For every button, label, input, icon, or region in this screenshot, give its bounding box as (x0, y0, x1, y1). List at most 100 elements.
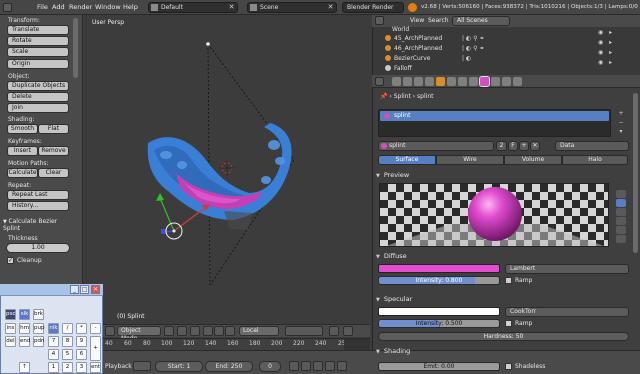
key-8[interactable]: 8 (62, 336, 73, 347)
prev-key-icon[interactable] (301, 361, 311, 371)
data-tab-icon[interactable] (469, 77, 478, 86)
specular-ramp-checkbox[interactable] (505, 320, 512, 327)
key-psc[interactable]: psc (5, 309, 16, 320)
pivot-point-icon[interactable] (177, 326, 187, 336)
eye-icon[interactable]: ◉ ▸ (598, 38, 630, 48)
render-icon[interactable] (343, 326, 353, 336)
tab-surface[interactable]: Surface (378, 155, 436, 165)
key-2[interactable]: 2 (62, 362, 73, 373)
scale-button[interactable]: Scale (7, 47, 69, 57)
timeline-ruler[interactable]: 40 60 80 100 120 140 160 180 200 220 240… (103, 338, 370, 350)
key-plus[interactable]: + (90, 336, 101, 361)
calculate-button[interactable]: Calculate (7, 168, 38, 178)
menu-help[interactable]: Help (123, 3, 138, 11)
eye-icon[interactable]: ◉ ▸ (598, 28, 630, 38)
editor-type-icon[interactable] (3, 3, 12, 12)
remove-keyframe-button[interactable]: Remove (38, 146, 69, 156)
render-engine-dropdown[interactable]: Blender Render (342, 2, 404, 13)
eye-icon[interactable]: ◉ ▸ (598, 58, 630, 68)
smooth-button[interactable]: Smooth (7, 124, 38, 134)
menu-add[interactable]: Add (52, 3, 65, 11)
menu-file[interactable]: File (37, 3, 48, 11)
manipulator-toggle-icon[interactable] (190, 326, 200, 336)
key-pup[interactable]: pup (33, 323, 44, 334)
translate-manipulator-icon[interactable] (203, 326, 213, 336)
restrict-icons-45[interactable]: | ◐ ⚲ ⚭ | ◐ ⚲ ⚭ | ◐ (462, 34, 498, 64)
scene-tab-icon[interactable] (414, 77, 423, 86)
diffuse-panel-header[interactable]: Diffuse (376, 251, 614, 261)
material-slot-list[interactable]: splint (378, 109, 611, 137)
history-button[interactable]: History... (7, 201, 69, 211)
specular-ramp-toggle[interactable]: Ramp (505, 320, 532, 327)
key-5[interactable]: 5 (62, 349, 73, 360)
insert-keyframe-button[interactable]: Insert (7, 146, 38, 156)
key-nlk[interactable]: nlk (48, 323, 59, 334)
thickness-field[interactable]: 1.00 (6, 243, 70, 253)
jump-end-icon[interactable] (337, 361, 347, 371)
world-tab-icon[interactable] (425, 77, 434, 86)
display-mode-dropdown[interactable]: All Scenes (452, 16, 510, 26)
diffuse-intensity-slider[interactable]: Intensity: 0.800 (378, 276, 500, 285)
material-tab-icon[interactable] (479, 76, 490, 87)
outliner-item-46-archplanned[interactable]: 46_ArchPlanned (385, 44, 442, 53)
diffuse-ramp-toggle[interactable]: Ramp (505, 277, 532, 284)
shading-panel-header[interactable]: Shading (376, 346, 614, 356)
constraints-tab-icon[interactable] (447, 77, 456, 86)
operator-panel-header[interactable]: ▼ Calculate Bezier Splint (3, 218, 71, 232)
outliner-item-falloff[interactable]: Falloff (385, 64, 412, 73)
play-icon[interactable] (313, 361, 323, 371)
playback-menu[interactable]: Playback (105, 363, 132, 370)
key-9[interactable]: 9 (76, 336, 87, 347)
eye-icon[interactable]: ◉ ▸ (598, 48, 630, 58)
outliner-item-world[interactable]: World (392, 25, 409, 34)
key-6[interactable]: 6 (76, 349, 87, 360)
scene-field[interactable]: Scene ✕ (247, 2, 337, 13)
render-tab-icon[interactable] (392, 77, 401, 86)
start-frame-field[interactable]: Start: 1 (155, 361, 203, 372)
end-frame-field[interactable]: End: 250 (205, 361, 253, 372)
particles-tab-icon[interactable] (502, 77, 511, 86)
close-icon[interactable]: ✕ (91, 285, 100, 294)
preview-cube-icon[interactable] (616, 208, 626, 216)
transform-orientation-dropdown[interactable]: Local (239, 326, 279, 336)
material-slot-selected[interactable]: splint (380, 111, 609, 121)
editor-type-icon[interactable] (375, 77, 384, 86)
clear-button[interactable]: Clear (38, 168, 69, 178)
specular-shader-dropdown[interactable]: CookTorr (505, 307, 629, 317)
rotate-button[interactable]: Rotate (7, 36, 69, 46)
specular-color-swatch[interactable] (378, 307, 500, 316)
search-menu[interactable]: Search (428, 17, 449, 24)
preview-panel-header[interactable]: Preview (376, 170, 614, 180)
close-icon[interactable]: ✕ (326, 3, 335, 12)
hardness-field[interactable]: Hardness: 50 (378, 332, 629, 341)
key-brk[interactable]: brk (33, 309, 44, 320)
editor-type-icon[interactable] (105, 326, 115, 336)
outliner-item-beziercurve[interactable]: BezierCurve (385, 54, 430, 63)
key-up-arrow[interactable]: ↑ (19, 362, 30, 373)
preview-range-icon[interactable] (133, 361, 151, 371)
key-pdn[interactable]: pdn (33, 336, 44, 347)
specular-panel-header[interactable]: Specular (376, 294, 614, 304)
cleanup-checkbox[interactable]: ✓ (7, 257, 14, 264)
preview-sky-icon[interactable] (616, 235, 626, 243)
duplicate-objects-button[interactable]: Duplicate Objects (7, 81, 69, 91)
specular-intensity-slider[interactable]: Intensity: 0.500 (378, 319, 500, 328)
key-del[interactable]: del (5, 336, 16, 347)
preview-sphere-icon[interactable] (616, 199, 626, 207)
origin-button[interactable]: Origin (7, 59, 69, 69)
rotate-manipulator-icon[interactable] (214, 326, 224, 336)
close-icon[interactable]: ✕ (227, 3, 236, 12)
cleanup-checkbox-row[interactable]: ✓ Cleanup (7, 257, 75, 264)
menu-render[interactable]: Render (69, 3, 92, 11)
key-hm[interactable]: hm (19, 323, 30, 334)
3d-viewport[interactable]: User Persp (0) Splint (84, 15, 370, 323)
object-tab-icon[interactable] (436, 77, 445, 86)
key-slk[interactable]: slk (19, 309, 30, 320)
flat-button[interactable]: Flat (38, 124, 69, 134)
join-button[interactable]: Join (7, 103, 69, 113)
shadeless-checkbox[interactable] (505, 363, 512, 370)
key-divide[interactable]: / (62, 323, 73, 334)
layers-icon[interactable] (285, 326, 323, 336)
next-key-icon[interactable] (325, 361, 335, 371)
breadcrumb-material[interactable]: splint (417, 93, 433, 100)
